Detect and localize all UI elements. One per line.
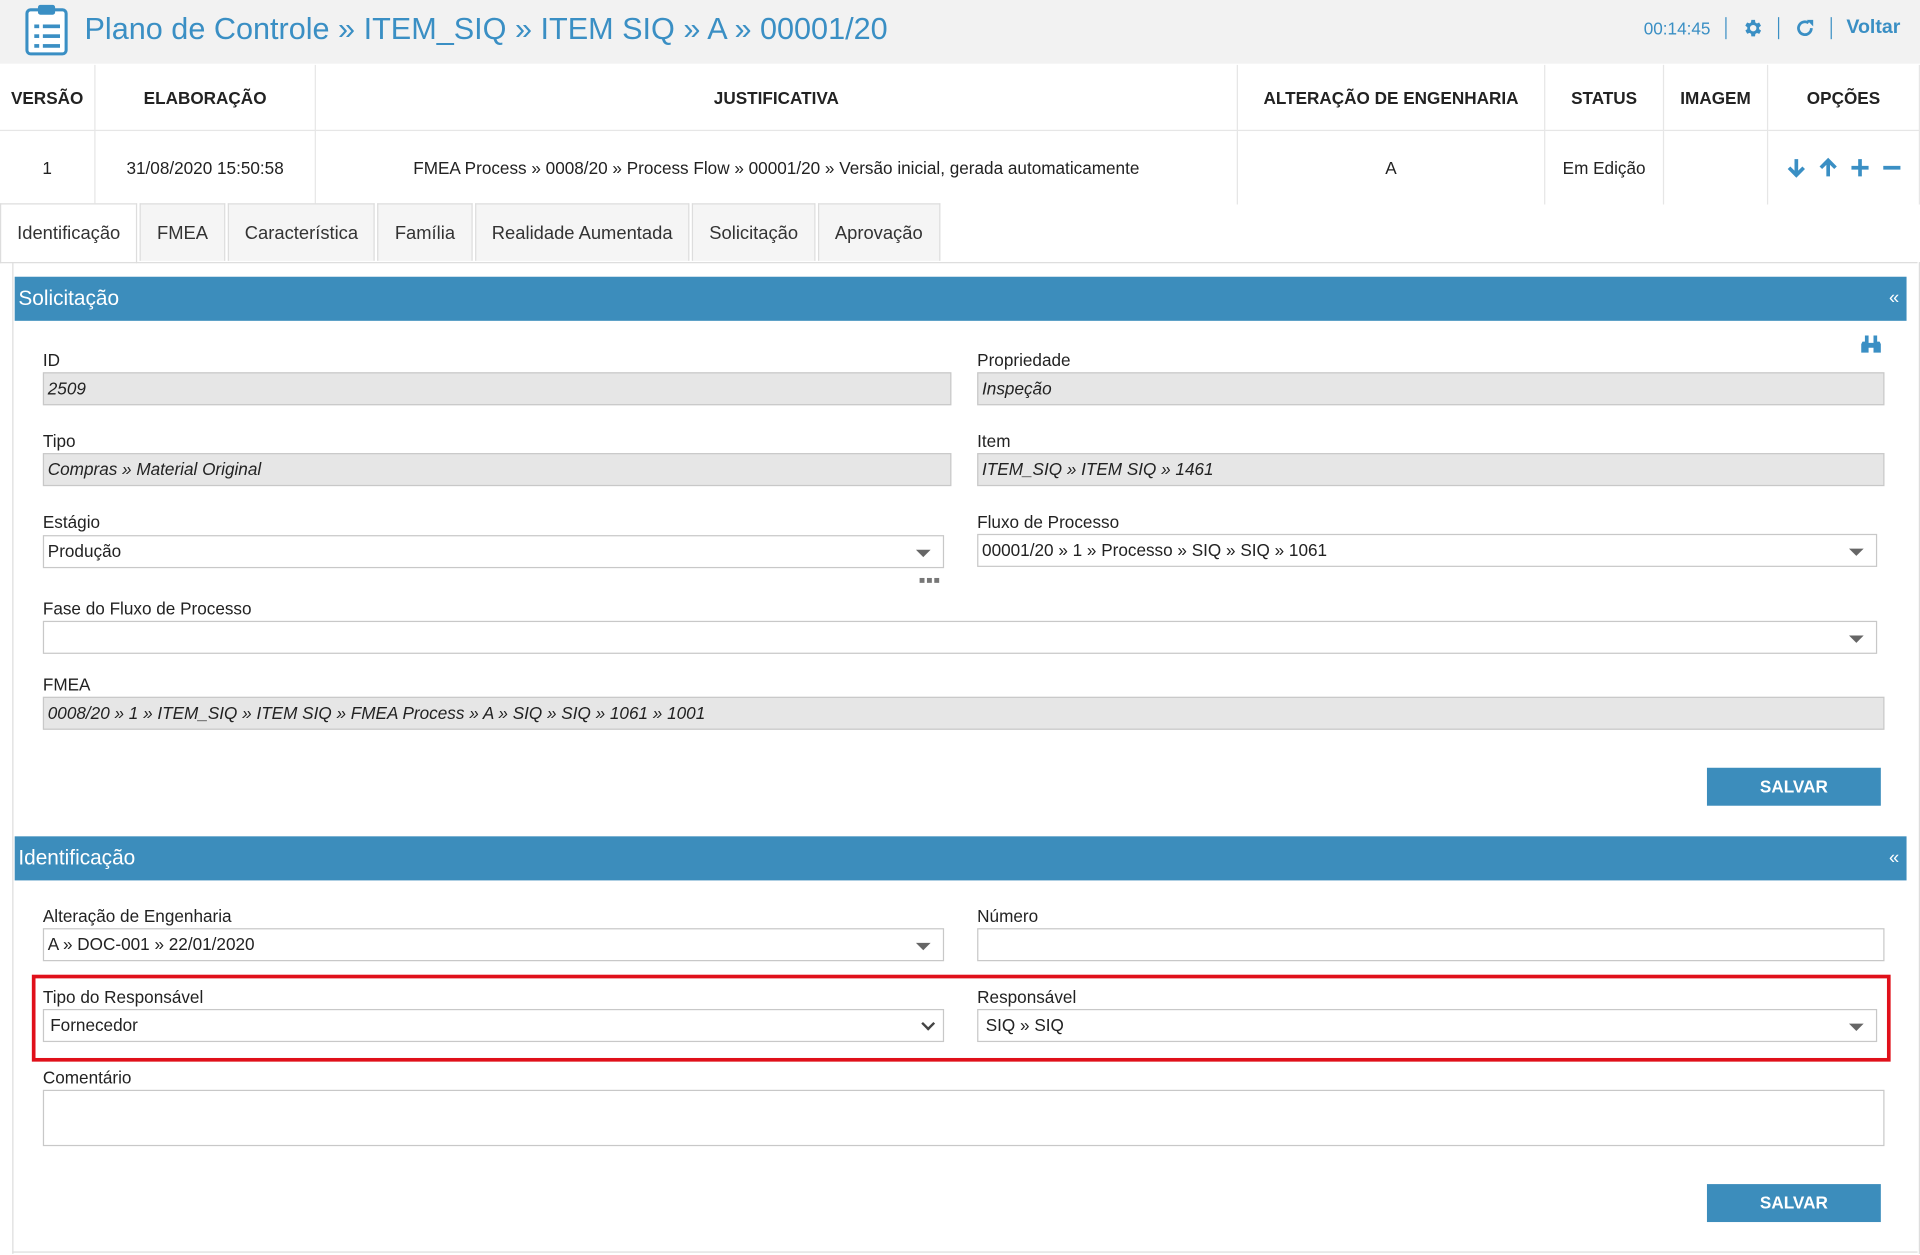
identificacao-panel-header[interactable]: Identificação « [14,836,1907,881]
id-label: ID [42,350,61,370]
estagio-label: Estágio [42,511,101,532]
table-row: 1 31/08/2020 15:50:58 FMEA Process » 000… [0,130,1920,205]
tipo-responsavel-select[interactable]: Fornecedor [42,1008,945,1043]
fase-select[interactable] [42,620,1878,654]
collapse-icon[interactable]: « [1889,836,1899,880]
numero-input[interactable] [977,928,1885,962]
separator [1777,17,1780,40]
propriedade-field: Inspeção [977,372,1885,406]
propriedade-label: Propriedade [977,350,1071,370]
gear-icon[interactable] [1741,17,1763,39]
arrow-down-icon[interactable] [1785,157,1807,179]
tab-realidade-aumentada[interactable]: Realidade Aumentada [474,203,690,261]
header-actions: 00:14:45 Voltar [1643,17,1900,40]
plus-icon[interactable] [1848,157,1870,179]
tab-fmea[interactable]: FMEA [139,203,226,261]
column-header: ALTERAÇÃO DE ENGENHARIA [1237,64,1546,132]
clipboard-icon [25,4,68,56]
tab-identificacao[interactable]: Identificação [0,203,138,264]
divider [12,1251,1918,1253]
responsavel-label: Responsável [977,986,1077,1007]
column-header: VERSÃO [0,64,96,132]
id-field: 2509 [42,372,952,406]
elaboration-cell: 31/08/2020 15:50:58 [94,130,316,205]
table-header-row: VERSÃO ELABORAÇÃO JUSTIFICATIVA ALTERAÇÃ… [0,64,1920,132]
column-header: OPÇÕES [1767,64,1920,132]
fluxo-select[interactable]: 00001/20 » 1 » Processo » SIQ » SIQ » 10… [977,533,1878,567]
status-cell: Em Edição [1544,130,1665,205]
column-header: JUSTIFICATIVA [315,64,1238,132]
panel-title: Solicitação [18,286,120,310]
image-cell [1663,130,1769,205]
solicitacao-panel-header[interactable]: Solicitação « [14,276,1907,321]
save-button[interactable]: SALVAR [1706,767,1881,806]
item-field: ITEM_SIQ » ITEM SIQ » 1461 [977,453,1885,487]
save-button[interactable]: SALVAR [1706,1184,1881,1223]
tab-aprovacao[interactable]: Aprovação [817,203,940,261]
engineering-change-cell: A [1237,130,1546,205]
fmea-field: 0008/20 » 1 » ITEM_SIQ » ITEM SIQ » FMEA… [42,696,1885,730]
column-header: IMAGEM [1663,64,1769,132]
alteracao-select[interactable]: A » DOC-001 » 22/01/2020 [42,928,945,962]
more-icon[interactable] [919,577,940,583]
tab-bar: Identificação FMEA Característica Famíli… [0,203,942,264]
panel-title: Identificação [18,846,136,870]
tab-familia[interactable]: Família [377,203,473,261]
justification-cell: FMEA Process » 0008/20 » Process Flow » … [315,130,1238,205]
column-header: STATUS [1544,64,1665,132]
session-timer: 00:14:45 [1643,18,1711,38]
separator [1830,17,1832,40]
refresh-icon[interactable] [1794,17,1816,39]
responsavel-select[interactable]: SIQ » SIQ [977,1008,1878,1043]
column-header: ELABORAÇÃO [94,64,316,132]
tab-solicitacao[interactable]: Solicitação [692,203,816,261]
separator [1725,17,1727,40]
comentario-textarea[interactable] [42,1089,1885,1147]
estagio-select[interactable]: Produção [42,535,945,569]
alteracao-label: Alteração de Engenharia [42,906,232,926]
arrow-up-icon[interactable] [1817,157,1839,179]
fluxo-label: Fluxo de Processo [977,511,1120,532]
page: Plano de Controle » ITEM_SIQ » ITEM SIQ … [0,0,1920,1255]
page-title: Plano de Controle » ITEM_SIQ » ITEM SIQ … [84,12,888,47]
tipo-responsavel-label: Tipo do Responsável [42,986,204,1007]
fmea-label: FMEA [42,674,91,695]
comentario-label: Comentário [42,1067,132,1088]
back-link[interactable]: Voltar [1846,17,1900,39]
binoculars-icon[interactable] [1860,334,1882,354]
tipo-field: Compras » Material Original [42,453,952,487]
fase-label: Fase do Fluxo de Processo [42,598,252,619]
version-cell: 1 [0,130,96,205]
version-table: VERSÃO ELABORAÇÃO JUSTIFICATIVA ALTERAÇÃ… [0,64,1920,205]
minus-icon[interactable] [1880,157,1902,179]
tipo-label: Tipo [42,431,76,451]
numero-label: Número [977,906,1039,926]
item-label: Item [977,431,1011,451]
tab-caracteristica[interactable]: Característica [227,203,376,261]
options-cell [1767,130,1920,205]
top-bar: Plano de Controle » ITEM_SIQ » ITEM SIQ … [0,0,1920,64]
collapse-icon[interactable]: « [1889,277,1899,321]
